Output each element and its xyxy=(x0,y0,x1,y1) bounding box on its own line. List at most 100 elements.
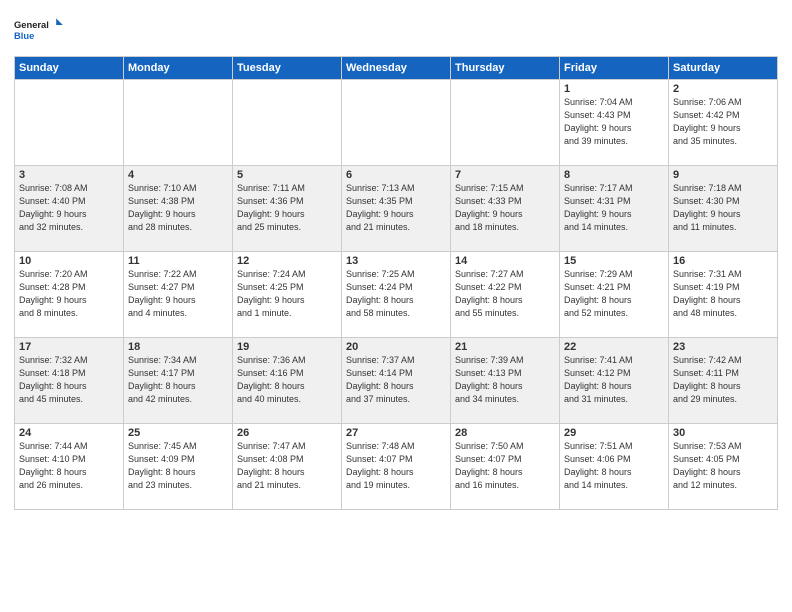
day-info: Sunrise: 7:31 AM Sunset: 4:19 PM Dayligh… xyxy=(673,269,742,318)
day-info: Sunrise: 7:17 AM Sunset: 4:31 PM Dayligh… xyxy=(564,183,633,232)
cell-w2-d6: 9 Sunrise: 7:18 AM Sunset: 4:30 PM Daylig… xyxy=(669,166,778,252)
header-friday: Friday xyxy=(560,57,669,80)
cell-w3-d0: 10 Sunrise: 7:20 AM Sunset: 4:28 PM Dayli… xyxy=(15,252,124,338)
day-info: Sunrise: 7:42 AM Sunset: 4:11 PM Dayligh… xyxy=(673,355,742,404)
page-header: General Blue xyxy=(14,10,778,50)
cell-w5-d5: 29 Sunrise: 7:51 AM Sunset: 4:06 PM Dayli… xyxy=(560,424,669,510)
header-tuesday: Tuesday xyxy=(233,57,342,80)
day-info: Sunrise: 7:27 AM Sunset: 4:22 PM Dayligh… xyxy=(455,269,524,318)
day-info: Sunrise: 7:15 AM Sunset: 4:33 PM Dayligh… xyxy=(455,183,524,232)
cell-w5-d2: 26 Sunrise: 7:47 AM Sunset: 4:08 PM Dayli… xyxy=(233,424,342,510)
day-number: 25 xyxy=(128,427,228,439)
cell-w1-d3 xyxy=(342,80,451,166)
day-info: Sunrise: 7:50 AM Sunset: 4:07 PM Dayligh… xyxy=(455,441,524,490)
svg-text:Blue: Blue xyxy=(14,31,34,41)
day-number: 14 xyxy=(455,255,555,267)
day-number: 27 xyxy=(346,427,446,439)
day-number: 1 xyxy=(564,83,664,95)
day-info: Sunrise: 7:11 AM Sunset: 4:36 PM Dayligh… xyxy=(237,183,305,232)
cell-w4-d5: 22 Sunrise: 7:41 AM Sunset: 4:12 PM Dayli… xyxy=(560,338,669,424)
day-number: 13 xyxy=(346,255,446,267)
cell-w1-d6: 2 Sunrise: 7:06 AM Sunset: 4:42 PM Daylig… xyxy=(669,80,778,166)
svg-text:General: General xyxy=(14,20,49,30)
day-number: 7 xyxy=(455,169,555,181)
day-info: Sunrise: 7:13 AM Sunset: 4:35 PM Dayligh… xyxy=(346,183,415,232)
cell-w2-d0: 3Sunrise: 7:08 AM Sunset: 4:40 PM Daylig… xyxy=(15,166,124,252)
day-info: Sunrise: 7:45 AM Sunset: 4:09 PM Dayligh… xyxy=(128,441,197,490)
day-info: Sunrise: 7:47 AM Sunset: 4:08 PM Dayligh… xyxy=(237,441,306,490)
day-number: 8 xyxy=(564,169,664,181)
cell-w1-d0 xyxy=(15,80,124,166)
cell-w5-d1: 25 Sunrise: 7:45 AM Sunset: 4:09 PM Dayli… xyxy=(124,424,233,510)
day-number: 22 xyxy=(564,341,664,353)
day-info: Sunrise: 7:51 AM Sunset: 4:06 PM Dayligh… xyxy=(564,441,633,490)
day-number: 28 xyxy=(455,427,555,439)
day-number: 19 xyxy=(237,341,337,353)
day-number: 26 xyxy=(237,427,337,439)
day-number: 5 xyxy=(237,169,337,181)
day-info: Sunrise: 7:44 AM Sunset: 4:10 PM Dayligh… xyxy=(19,441,88,490)
cell-w4-d1: 18 Sunrise: 7:34 AM Sunset: 4:17 PM Dayli… xyxy=(124,338,233,424)
cell-w3-d5: 15Sunrise: 7:29 AM Sunset: 4:21 PM Dayli… xyxy=(560,252,669,338)
day-number: 29 xyxy=(564,427,664,439)
day-info: Sunrise: 7:24 AM Sunset: 4:25 PM Dayligh… xyxy=(237,269,306,318)
day-number: 30 xyxy=(673,427,773,439)
day-info: Sunrise: 7:20 AM Sunset: 4:28 PM Dayligh… xyxy=(19,269,88,318)
cell-w1-d4 xyxy=(451,80,560,166)
day-number: 4 xyxy=(128,169,228,181)
header-thursday: Thursday xyxy=(451,57,560,80)
day-number: 18 xyxy=(128,341,228,353)
cell-w2-d5: 8 Sunrise: 7:17 AM Sunset: 4:31 PM Daylig… xyxy=(560,166,669,252)
cell-w2-d2: 5 Sunrise: 7:11 AM Sunset: 4:36 PM Daylig… xyxy=(233,166,342,252)
cell-w1-d5: 1Sunrise: 7:04 AM Sunset: 4:43 PM Daylig… xyxy=(560,80,669,166)
cell-w4-d0: 17 Sunrise: 7:32 AM Sunset: 4:18 PM Dayli… xyxy=(15,338,124,424)
day-number: 17 xyxy=(19,341,119,353)
cell-w3-d2: 12Sunrise: 7:24 AM Sunset: 4:25 PM Dayli… xyxy=(233,252,342,338)
day-info: Sunrise: 7:37 AM Sunset: 4:14 PM Dayligh… xyxy=(346,355,415,404)
day-info: Sunrise: 7:41 AM Sunset: 4:12 PM Dayligh… xyxy=(564,355,633,404)
day-number: 16 xyxy=(673,255,773,267)
logo: General Blue xyxy=(14,10,64,50)
logo-svg: General Blue xyxy=(14,10,64,50)
day-info: Sunrise: 7:10 AM Sunset: 4:38 PM Dayligh… xyxy=(128,183,197,232)
day-number: 21 xyxy=(455,341,555,353)
cell-w5-d4: 28 Sunrise: 7:50 AM Sunset: 4:07 PM Dayli… xyxy=(451,424,560,510)
day-number: 24 xyxy=(19,427,119,439)
day-info: Sunrise: 7:48 AM Sunset: 4:07 PM Dayligh… xyxy=(346,441,415,490)
day-info: Sunrise: 7:18 AM Sunset: 4:30 PM Dayligh… xyxy=(673,183,742,232)
cell-w2-d3: 6 Sunrise: 7:13 AM Sunset: 4:35 PM Daylig… xyxy=(342,166,451,252)
cell-w4-d3: 20 Sunrise: 7:37 AM Sunset: 4:14 PM Dayli… xyxy=(342,338,451,424)
day-info: Sunrise: 7:53 AM Sunset: 4:05 PM Dayligh… xyxy=(673,441,742,490)
day-number: 11 xyxy=(128,255,228,267)
cell-w3-d4: 14 Sunrise: 7:27 AM Sunset: 4:22 PM Dayli… xyxy=(451,252,560,338)
day-info: Sunrise: 7:34 AM Sunset: 4:17 PM Dayligh… xyxy=(128,355,197,404)
cell-w3-d3: 13 Sunrise: 7:25 AM Sunset: 4:24 PM Dayli… xyxy=(342,252,451,338)
cell-w5-d0: 24 Sunrise: 7:44 AM Sunset: 4:10 PM Dayli… xyxy=(15,424,124,510)
day-number: 20 xyxy=(346,341,446,353)
cell-w5-d6: 30 Sunrise: 7:53 AM Sunset: 4:05 PM Dayli… xyxy=(669,424,778,510)
cell-w2-d4: 7 Sunrise: 7:15 AM Sunset: 4:33 PM Daylig… xyxy=(451,166,560,252)
day-number: 2 xyxy=(673,83,773,95)
calendar: SundayMondayTuesdayWednesdayThursdayFrid… xyxy=(14,56,778,510)
cell-w5-d3: 27 Sunrise: 7:48 AM Sunset: 4:07 PM Dayli… xyxy=(342,424,451,510)
day-number: 23 xyxy=(673,341,773,353)
day-info: Sunrise: 7:25 AM Sunset: 4:24 PM Dayligh… xyxy=(346,269,415,318)
cell-w3-d6: 16 Sunrise: 7:31 AM Sunset: 4:19 PM Dayli… xyxy=(669,252,778,338)
day-info: Sunrise: 7:06 AM Sunset: 4:42 PM Dayligh… xyxy=(673,97,742,146)
cell-w1-d2 xyxy=(233,80,342,166)
day-info: Sunrise: 7:32 AM Sunset: 4:18 PM Dayligh… xyxy=(19,355,88,404)
day-number: 6 xyxy=(346,169,446,181)
day-number: 10 xyxy=(19,255,119,267)
cell-w1-d1 xyxy=(124,80,233,166)
day-number: 9 xyxy=(673,169,773,181)
day-info: Sunrise: 7:08 AM Sunset: 4:40 PM Dayligh… xyxy=(19,183,88,232)
day-number: 15 xyxy=(564,255,664,267)
cell-w4-d2: 19Sunrise: 7:36 AM Sunset: 4:16 PM Dayli… xyxy=(233,338,342,424)
day-info: Sunrise: 7:22 AM Sunset: 4:27 PM Dayligh… xyxy=(128,269,197,318)
header-saturday: Saturday xyxy=(669,57,778,80)
cell-w2-d1: 4 Sunrise: 7:10 AM Sunset: 4:38 PM Daylig… xyxy=(124,166,233,252)
header-wednesday: Wednesday xyxy=(342,57,451,80)
cell-w4-d4: 21 Sunrise: 7:39 AM Sunset: 4:13 PM Dayli… xyxy=(451,338,560,424)
cell-w4-d6: 23 Sunrise: 7:42 AM Sunset: 4:11 PM Dayli… xyxy=(669,338,778,424)
day-info: Sunrise: 7:39 AM Sunset: 4:13 PM Dayligh… xyxy=(455,355,524,404)
